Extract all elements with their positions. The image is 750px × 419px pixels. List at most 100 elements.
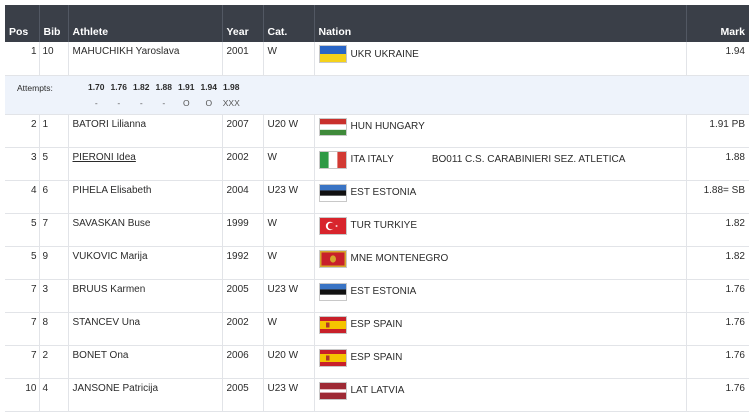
athlete-name: BRUUS Karmen xyxy=(72,283,146,295)
est-flag-icon xyxy=(318,183,347,202)
nation-label: LAT LATVIA xyxy=(350,385,405,396)
athlete-cell: STANCEV Una xyxy=(68,312,223,346)
nation-cell: HUN HUNGARY xyxy=(314,114,687,148)
nation-cell: EST ESTONIA xyxy=(314,279,687,313)
bib-cell: 9 xyxy=(39,246,69,280)
cat-cell: W xyxy=(263,246,315,280)
pos-cell: 3 xyxy=(5,147,40,181)
table-header-row: Pos Bib Athlete Year Cat. Nation Mark xyxy=(5,5,749,42)
results-table: Pos Bib Athlete Year Cat. Nation Mark 1 … xyxy=(5,5,749,412)
athlete-name: MAHUCHIKH Yaroslava xyxy=(72,46,180,57)
mark-cell: 1.76 xyxy=(686,279,749,313)
nation-cell: ESP SPAIN xyxy=(314,312,687,346)
table-row[interactable]: 7 8 STANCEV Una 2002 W ESP SPAIN 1.76 xyxy=(5,312,749,346)
attempt-column: 1.91 O xyxy=(175,82,198,108)
attempt-result: - xyxy=(94,97,98,108)
nation-cell: EST ESTONIA xyxy=(314,180,687,214)
tur-flag-icon xyxy=(318,216,347,235)
year-cell: 2002 xyxy=(222,147,264,181)
header-year[interactable]: Year xyxy=(222,5,264,42)
header-cat[interactable]: Cat. xyxy=(263,5,315,42)
athlete-cell: BONET Ona xyxy=(68,345,223,379)
bib-cell: 8 xyxy=(39,312,69,346)
athlete-name: STANCEV Una xyxy=(72,316,141,328)
attempts-cell: Attempts: 1.70 - 1.76 - 1.82 - 1.88 - 1.… xyxy=(5,75,749,115)
bib-cell: 5 xyxy=(39,147,69,181)
cat-cell: U20 W xyxy=(263,345,315,379)
athlete-cell: BRUUS Karmen xyxy=(68,279,223,313)
pos-cell: 4 xyxy=(5,180,40,214)
nation-label: EST ESTONIA xyxy=(350,187,417,198)
athlete-cell: VUKOVIC Marija xyxy=(68,246,223,280)
pos-cell: 2 xyxy=(5,114,40,148)
header-pos[interactable]: Pos xyxy=(5,5,40,42)
table-row[interactable]: 3 5 PIERONI Idea 2002 W ITA ITALY BO011 … xyxy=(5,147,749,181)
est-flag-icon xyxy=(318,282,347,301)
bib-cell: 3 xyxy=(39,279,69,313)
attempt-result: O xyxy=(205,97,213,108)
nation-label: TUR TURKIYE xyxy=(350,220,418,231)
nation-cell: ITA ITALY BO011 C.S. CARABINIERI SEZ. AT… xyxy=(314,147,687,181)
table-row[interactable]: 7 2 BONET Ona 2006 U20 W ESP SPAIN 1.76 xyxy=(5,345,749,379)
nation-label: EST ESTONIA xyxy=(350,286,417,297)
table-row[interactable]: 4 6 PIHELA Elisabeth 2004 U23 W EST ESTO… xyxy=(5,180,749,214)
mark-cell: 1.76 xyxy=(686,312,749,346)
nation-cell: LAT LATVIA xyxy=(314,378,687,412)
pos-cell: 10 xyxy=(5,378,40,412)
cat-cell: U23 W xyxy=(263,279,315,313)
ita-flag-icon xyxy=(318,150,347,169)
attempt-result: O xyxy=(182,97,190,108)
year-cell: 1999 xyxy=(222,213,264,247)
attempt-column: 1.98 XXX xyxy=(220,82,243,108)
table-row[interactable]: 7 3 BRUUS Karmen 2005 U23 W EST ESTONIA … xyxy=(5,279,749,313)
nation-cell: TUR TURKIYE xyxy=(314,213,687,247)
cat-cell: W xyxy=(263,42,315,76)
bib-cell: 6 xyxy=(39,180,69,214)
bib-cell: 4 xyxy=(39,378,69,412)
year-cell: 1992 xyxy=(222,246,264,280)
athlete-cell: SAVASKAN Buse xyxy=(68,213,223,247)
attempt-height: 1.76 xyxy=(110,81,128,92)
esp-flag-icon xyxy=(318,315,347,334)
year-cell: 2001 xyxy=(222,42,264,76)
header-athlete[interactable]: Athlete xyxy=(68,5,223,42)
bib-cell: 1 xyxy=(39,114,69,148)
mark-cell: 1.76 xyxy=(686,345,749,379)
bib-cell: 7 xyxy=(39,213,69,247)
ukr-flag-icon xyxy=(318,45,347,63)
attempt-column: 1.70 - xyxy=(85,82,108,108)
header-mark[interactable]: Mark xyxy=(686,5,749,42)
table-row[interactable]: 5 7 SAVASKAN Buse 1999 W TUR TURKIYE 1.8… xyxy=(5,213,749,247)
athlete-name-link[interactable]: PIERONI Idea xyxy=(73,152,136,163)
nation-label: ITA ITALY xyxy=(350,154,394,165)
athlete-cell: JANSONE Patricija xyxy=(68,378,223,412)
nation-label: ESP SPAIN xyxy=(350,319,403,330)
nation-cell: MNE MONTENEGRO xyxy=(314,246,687,280)
header-bib[interactable]: Bib xyxy=(39,5,69,42)
attempt-height: 1.91 xyxy=(177,81,195,92)
nation-cell: ESP SPAIN xyxy=(314,345,687,379)
mark-cell: 1.88 xyxy=(686,147,749,181)
nation-cell: UKR UKRAINE xyxy=(314,42,687,76)
bib-cell: 2 xyxy=(39,345,69,379)
pos-cell: 5 xyxy=(5,246,40,280)
table-row[interactable]: 10 4 JANSONE Patricija 2005 U23 W LAT LA… xyxy=(5,378,749,412)
cat-cell: W xyxy=(263,147,315,181)
attempt-column: 1.88 - xyxy=(153,82,176,108)
year-cell: 2005 xyxy=(222,378,264,412)
table-row[interactable]: 5 9 VUKOVIC Marija 1992 W MNE MONTENEGRO… xyxy=(5,246,749,280)
table-row[interactable]: 1 10 MAHUCHIKH Yaroslava 2001 W UKR UKRA… xyxy=(5,42,749,76)
nation-label: MNE MONTENEGRO xyxy=(350,253,449,264)
attempts-label: Attempts: xyxy=(17,82,53,93)
table-row[interactable]: 2 1 BATORI Lilianna 2007 U20 W HUN HUNGA… xyxy=(5,114,749,148)
mark-cell: 1.82 xyxy=(686,246,749,280)
results-table-container: Pos Bib Athlete Year Cat. Nation Mark 1 … xyxy=(5,5,749,412)
athlete-name: VUKOVIC Marija xyxy=(72,250,148,262)
athlete-cell: PIHELA Elisabeth xyxy=(68,180,223,214)
athlete-name: JANSONE Patricija xyxy=(72,382,159,394)
attempt-height: 1.98 xyxy=(222,81,240,92)
header-nation[interactable]: Nation xyxy=(314,5,687,42)
attempt-height: 1.94 xyxy=(200,81,218,92)
cat-cell: W xyxy=(263,213,315,247)
nation-label: ESP SPAIN xyxy=(350,352,403,363)
